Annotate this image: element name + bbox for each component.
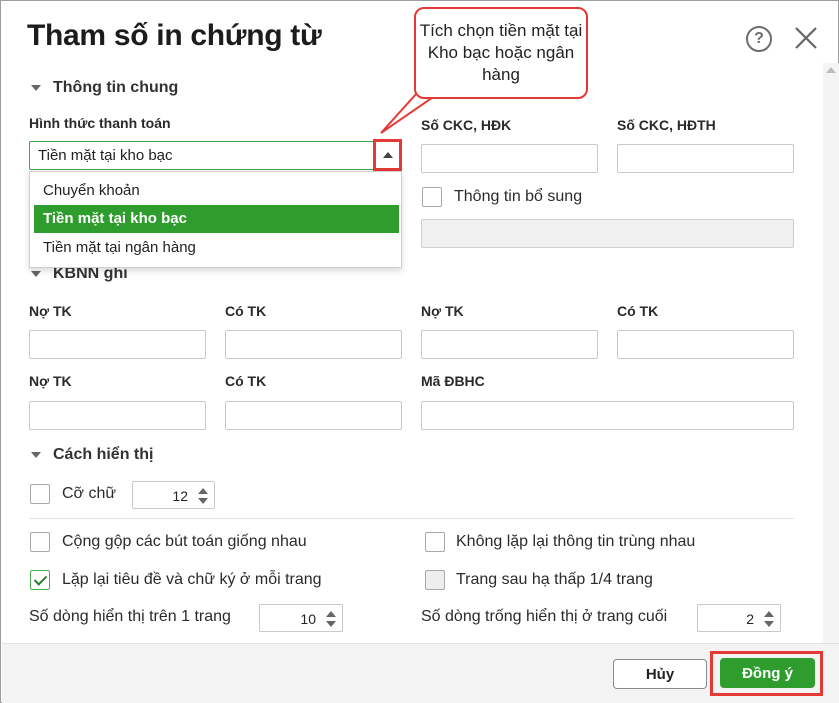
collapse-triangle-icon: [31, 452, 41, 458]
lower-next-page-checkbox[interactable]: [425, 570, 445, 590]
payment-method-dropdown-list: Chuyển khoản Tiền mặt tại kho bạc Tiền m…: [29, 171, 402, 268]
ma-dbhc-input[interactable]: [421, 401, 794, 430]
cancel-button[interactable]: Hủy: [613, 659, 707, 689]
empty-rows-stepper[interactable]: 2: [697, 604, 781, 632]
rows-per-page-label: Số dòng hiển thị trên 1 trang: [29, 608, 231, 625]
no-repeat-info-checkbox[interactable]: [425, 532, 445, 552]
no-tk-input[interactable]: [421, 330, 598, 359]
merge-entries-label: Cộng gộp các bút toán giống nhau: [62, 533, 307, 550]
stepper-up-icon[interactable]: [764, 611, 774, 617]
section-display-label: Cách hiển thị: [53, 446, 154, 463]
co-tk-input[interactable]: [617, 330, 794, 359]
font-size-label: Cỡ chữ: [62, 485, 117, 502]
lower-next-page-label: Trang sau hạ thấp 1/4 trang: [456, 571, 653, 588]
vertical-scrollbar[interactable]: [823, 63, 839, 643]
font-size-stepper[interactable]: 12: [132, 481, 215, 509]
co-tk-label: Có TK: [225, 373, 267, 389]
section-general-label: Thông tin chung: [53, 79, 179, 96]
stepper-up-icon[interactable]: [198, 488, 208, 494]
merge-entries-checkbox[interactable]: [30, 532, 50, 552]
no-tk-input[interactable]: [29, 401, 206, 430]
co-tk-label: Có TK: [617, 303, 659, 319]
payment-method-dropdown-button[interactable]: [373, 139, 402, 171]
payment-method-select[interactable]: Tiền mặt tại kho bạc: [29, 141, 402, 170]
font-size-checkbox[interactable]: [30, 484, 50, 504]
ok-button[interactable]: Đồng ý: [720, 658, 815, 688]
co-tk-label: Có TK: [225, 303, 267, 319]
no-tk-label: Nợ TK: [29, 303, 72, 319]
dropdown-option[interactable]: Tiền mặt tại ngân hàng: [34, 234, 399, 262]
font-size-value: 12: [172, 488, 188, 504]
no-tk-label: Nợ TK: [421, 303, 464, 319]
extra-info-checkbox[interactable]: [422, 187, 442, 207]
ckc-hdk-input[interactable]: [421, 144, 598, 173]
stepper-down-icon[interactable]: [198, 498, 208, 504]
payment-method-label: Hình thức thanh toán: [29, 115, 171, 131]
close-icon[interactable]: [793, 25, 819, 51]
dialog-title: Tham số in chứng từ: [27, 19, 322, 52]
repeat-header-label: Lặp lại tiêu đề và chữ ký ở mỗi trang: [62, 571, 322, 588]
empty-rows-label: Số dòng trống hiển thị ở trang cuối: [421, 608, 668, 625]
chevron-up-icon: [383, 152, 393, 158]
collapse-triangle-icon: [31, 271, 41, 277]
no-tk-input[interactable]: [29, 330, 206, 359]
help-icon[interactable]: ?: [746, 26, 772, 52]
stepper-down-icon[interactable]: [326, 621, 336, 627]
print-settings-dialog: Tham số in chứng từ ? Thông tin chung Hì…: [0, 0, 839, 703]
instruction-callout: Tích chọn tiền mặt tại Kho bạc hoặc ngân…: [414, 7, 588, 99]
callout-pointer: [380, 93, 441, 134]
repeat-header-checkbox[interactable]: [30, 570, 50, 590]
rows-per-page-value: 10: [300, 611, 316, 627]
stepper-down-icon[interactable]: [764, 621, 774, 627]
section-display-heading[interactable]: Cách hiển thị: [31, 446, 153, 464]
payment-method-value: Tiền mặt tại kho bạc: [38, 147, 173, 164]
dropdown-option-selected[interactable]: Tiền mặt tại kho bạc: [34, 205, 399, 233]
co-tk-input[interactable]: [225, 330, 402, 359]
ckc-hdth-input[interactable]: [617, 144, 794, 173]
scroll-up-icon[interactable]: [826, 67, 836, 73]
extra-info-input[interactable]: [421, 219, 794, 248]
stepper-up-icon[interactable]: [326, 611, 336, 617]
co-tk-input[interactable]: [225, 401, 402, 430]
section-general-heading[interactable]: Thông tin chung: [31, 79, 178, 97]
rows-per-page-stepper[interactable]: 10: [259, 604, 343, 632]
divider: [29, 518, 794, 519]
collapse-triangle-icon: [31, 85, 41, 91]
no-tk-label: Nợ TK: [29, 373, 72, 389]
extra-info-label: Thông tin bổ sung: [454, 188, 583, 205]
empty-rows-value: 2: [746, 611, 754, 627]
no-repeat-info-label: Không lặp lại thông tin trùng nhau: [456, 533, 696, 550]
ma-dbhc-label: Mã ĐBHC: [421, 373, 485, 389]
dropdown-option[interactable]: Chuyển khoản: [34, 177, 399, 205]
ckc-hdth-label: Số CKC, HĐTH: [617, 117, 716, 133]
